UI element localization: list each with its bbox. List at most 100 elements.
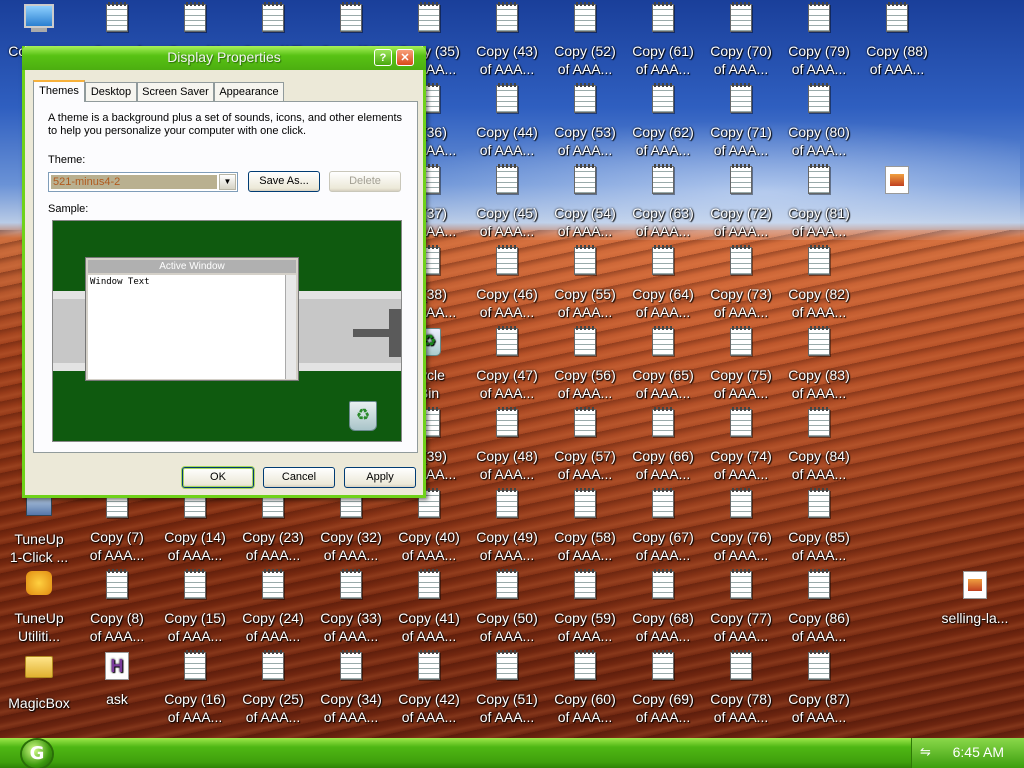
desktop-icon-label: Copy (85)	[788, 529, 850, 545]
desktop-icon[interactable]: Copy (47) of AAA...	[468, 324, 546, 405]
save-as-button[interactable]: Save As...	[248, 171, 320, 192]
desktop-icon[interactable]: Copy (44) of AAA...	[468, 81, 546, 162]
desktop-icon[interactable]: Copy (24) of AAA...	[234, 567, 312, 648]
network-icon[interactable]: ⇋	[920, 745, 936, 761]
desktop-icon[interactable]: Copy (50) of AAA...	[468, 567, 546, 648]
desktop-icon-label: Copy (77)	[710, 610, 772, 626]
desktop-icon[interactable]: Copy (86) of AAA...	[780, 567, 858, 648]
desktop-icon[interactable]: Copy (64) of AAA...	[624, 243, 702, 324]
desktop-icon[interactable]: Copy (34) of AAA...	[312, 648, 390, 729]
desktop-icon[interactable]: Copy (16) of AAA...	[156, 648, 234, 729]
start-button[interactable]: G	[22, 740, 52, 768]
document-icon	[881, 2, 913, 36]
cancel-button[interactable]: Cancel	[263, 467, 335, 488]
desktop-icon[interactable]: Copy (68) of AAA...	[624, 567, 702, 648]
desktop-icon-label: MagicBox	[8, 695, 70, 711]
desktop-icon[interactable]: Copy (56) of AAA...	[546, 324, 624, 405]
desktop-icon[interactable]: Copy (43) of AAA...	[468, 0, 546, 81]
desktop-icon-label: Copy (78)	[710, 691, 772, 707]
desktop-icon[interactable]: Copy (67) of AAA...	[624, 486, 702, 567]
dialog-titlebar[interactable]: Display Properties ? ✕	[22, 46, 426, 70]
tab-desktop[interactable]: Desktop	[85, 82, 137, 101]
desktop-icon[interactable]: Copy (61) of AAA...	[624, 0, 702, 81]
desktop-icon[interactable]: Copy (62) of AAA...	[624, 81, 702, 162]
help-button[interactable]: ?	[374, 49, 392, 66]
desktop-icon[interactable]: Copy (66) of AAA...	[624, 405, 702, 486]
desktop-icon[interactable]: Copy (52) of AAA...	[546, 0, 624, 81]
desktop-icon[interactable]: Copy (72) of AAA...	[702, 162, 780, 243]
desktop-icon[interactable]: Copy (80) of AAA...	[780, 81, 858, 162]
tab-screen-saver[interactable]: Screen Saver	[137, 82, 214, 101]
desktop-icon[interactable]: Copy (53) of AAA...	[546, 81, 624, 162]
desktop-icon[interactable]: Hask	[78, 648, 156, 729]
document-icon	[803, 2, 835, 36]
document-icon	[647, 326, 679, 360]
desktop-icon[interactable]: Copy (48) of AAA...	[468, 405, 546, 486]
desktop-icon[interactable]: Copy (33) of AAA...	[312, 567, 390, 648]
document-icon	[647, 164, 679, 198]
desktop-icon[interactable]: Copy (69) of AAA...	[624, 648, 702, 729]
desktop-icon[interactable]: Copy (49) of AAA...	[468, 486, 546, 567]
desktop-icon[interactable]: selling-la...	[936, 567, 1014, 648]
desktop-icon[interactable]: Copy (51) of AAA...	[468, 648, 546, 729]
delete-button[interactable]: Delete	[329, 171, 401, 192]
desktop-icon[interactable]: Copy (32) of AAA...	[312, 486, 390, 567]
theme-dropdown[interactable]: 521-minus4-2 ▼	[48, 172, 238, 192]
desktop-icon[interactable]: Copy (88) of AAA...	[858, 0, 936, 81]
desktop-icon[interactable]: Copy (14) of AAA...	[156, 486, 234, 567]
tab-themes[interactable]: Themes	[33, 80, 85, 102]
desktop-icon[interactable]: TuneUp 1-Click ...	[0, 486, 78, 567]
desktop-icon[interactable]: Copy (15) of AAA...	[156, 567, 234, 648]
desktop-icon-label: Copy (16)	[164, 691, 226, 707]
desktop-icon-label: of AAA...	[479, 547, 535, 563]
desktop-icon[interactable]: Copy (70) of AAA...	[702, 0, 780, 81]
desktop-icon[interactable]: Copy (54) of AAA...	[546, 162, 624, 243]
clock[interactable]: 6:45 AM	[953, 744, 1004, 760]
desktop-icon[interactable]: Copy (46) of AAA...	[468, 243, 546, 324]
apply-button[interactable]: Apply	[344, 467, 416, 488]
desktop-icon[interactable]: MagicBox	[0, 648, 78, 729]
desktop-icon[interactable]: Copy (76) of AAA...	[702, 486, 780, 567]
desktop-icon[interactable]: TuneUp Utiliti...	[0, 567, 78, 648]
desktop-icon[interactable]: Copy (73) of AAA...	[702, 243, 780, 324]
desktop-icon-label: 1-Click ...	[9, 549, 69, 565]
desktop-icon[interactable]: Copy (57) of AAA...	[546, 405, 624, 486]
desktop-icon[interactable]: Copy (23) of AAA...	[234, 486, 312, 567]
desktop-icon[interactable]: Copy (74) of AAA...	[702, 405, 780, 486]
close-button[interactable]: ✕	[396, 49, 414, 66]
desktop-icon[interactable]: Copy (55) of AAA...	[546, 243, 624, 324]
desktop-icon[interactable]: Copy (87) of AAA...	[780, 648, 858, 729]
desktop-icon[interactable]	[858, 162, 936, 243]
desktop-icon[interactable]: Copy (59) of AAA...	[546, 567, 624, 648]
desktop-icon-label: Copy (67)	[632, 529, 694, 545]
desktop-icon[interactable]: Copy (42) of AAA...	[390, 648, 468, 729]
chevron-down-icon[interactable]: ▼	[219, 174, 236, 190]
tab-appearance[interactable]: Appearance	[214, 82, 284, 101]
desktop-icon-label: of AAA...	[557, 223, 613, 239]
desktop-icon[interactable]: Copy (65) of AAA...	[624, 324, 702, 405]
desktop-icon-label: Copy (75)	[710, 367, 772, 383]
desktop-icon[interactable]: Copy (75) of AAA...	[702, 324, 780, 405]
desktop-icon[interactable]: Copy (79) of AAA...	[780, 0, 858, 81]
desktop-icon[interactable]: Copy (60) of AAA...	[546, 648, 624, 729]
desktop-icon-label: Copy (56)	[554, 367, 616, 383]
desktop-icon[interactable]: Copy (82) of AAA...	[780, 243, 858, 324]
desktop-icon[interactable]: Copy (83) of AAA...	[780, 324, 858, 405]
desktop-icon-label: Copy (87)	[788, 691, 850, 707]
desktop-icon[interactable]: Copy (58) of AAA...	[546, 486, 624, 567]
desktop-icon[interactable]: Copy (8) of AAA...	[78, 567, 156, 648]
desktop-icon[interactable]: Copy (25) of AAA...	[234, 648, 312, 729]
desktop-icon[interactable]: Copy (40) of AAA...	[390, 486, 468, 567]
desktop-icon[interactable]: Copy (81) of AAA...	[780, 162, 858, 243]
desktop-icon[interactable]: Copy (84) of AAA...	[780, 405, 858, 486]
desktop-icon[interactable]: Copy (77) of AAA...	[702, 567, 780, 648]
desktop-icon[interactable]: Copy (7) of AAA...	[78, 486, 156, 567]
desktop-icon[interactable]: Copy (63) of AAA...	[624, 162, 702, 243]
desktop-icon[interactable]: Copy (45) of AAA...	[468, 162, 546, 243]
desktop-icon[interactable]: Copy (41) of AAA...	[390, 567, 468, 648]
desktop-icon-label: of AAA...	[635, 223, 691, 239]
ok-button[interactable]: OK	[182, 467, 254, 488]
desktop-icon[interactable]: Copy (71) of AAA...	[702, 81, 780, 162]
desktop-icon[interactable]: Copy (78) of AAA...	[702, 648, 780, 729]
desktop-icon[interactable]: Copy (85) of AAA...	[780, 486, 858, 567]
